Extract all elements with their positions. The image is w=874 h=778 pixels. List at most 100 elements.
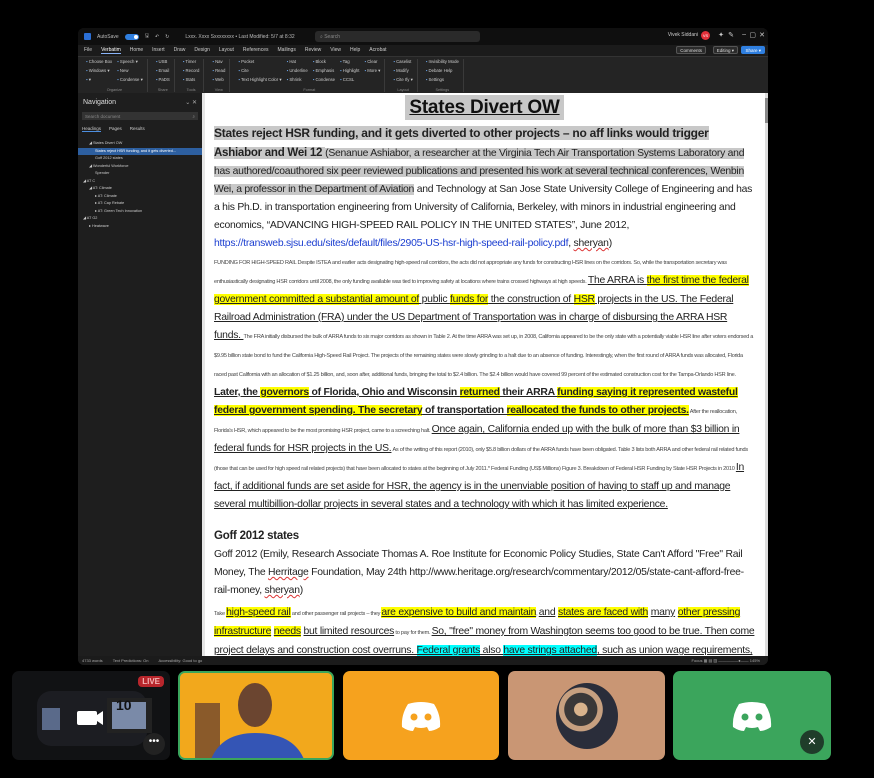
nav-tab-headings[interactable]: Headings bbox=[82, 126, 102, 132]
tab-file[interactable]: File bbox=[84, 47, 92, 53]
zoom-level[interactable]: 145% bbox=[750, 658, 760, 663]
ribbon-button[interactable]: Pocket bbox=[238, 59, 281, 67]
share-button[interactable]: Share ▾ bbox=[741, 46, 765, 54]
text-run: ) bbox=[608, 238, 612, 249]
tab-design[interactable]: Design bbox=[194, 47, 210, 53]
tab-references[interactable]: References bbox=[243, 47, 269, 53]
nav-heading-item[interactable]: ▸ AT: Green Tech Innovation bbox=[78, 208, 202, 216]
ribbon-button[interactable]: Emphasis bbox=[313, 68, 335, 76]
navigation-search-input[interactable]: Search document ⌕ bbox=[82, 112, 198, 120]
ribbon-button[interactable]: Read bbox=[212, 68, 225, 76]
tab-draw[interactable]: Draw bbox=[174, 47, 186, 53]
close-pane-icon[interactable]: ⌄ ✕ bbox=[185, 99, 197, 106]
tab-insert[interactable]: Insert bbox=[152, 47, 165, 53]
undo-icon[interactable]: ↶ bbox=[155, 34, 159, 40]
ribbon-group-label: View bbox=[214, 88, 223, 92]
ribbon-button[interactable]: Choose Box bbox=[86, 59, 112, 67]
ribbon-button[interactable]: ▾ bbox=[86, 77, 112, 85]
stream-tile[interactable]: 10 LIVE ••• bbox=[12, 671, 170, 760]
tab-verbatim[interactable]: Verbatim bbox=[101, 47, 121, 54]
ribbon-button[interactable]: Condense bbox=[313, 77, 335, 85]
tab-home[interactable]: Home bbox=[130, 47, 143, 53]
nav-heading-item[interactable]: ▸ Heatwave bbox=[78, 223, 202, 231]
ribbon-button[interactable]: CCSL bbox=[340, 77, 359, 85]
ribbon-button[interactable]: Tag bbox=[340, 59, 359, 67]
text-run: many bbox=[650, 607, 676, 618]
ribbon-button[interactable]: Shrink bbox=[287, 77, 308, 85]
ribbon-button[interactable]: Settings bbox=[426, 77, 459, 85]
participant-tile[interactable]: ✕ bbox=[673, 671, 831, 760]
text-run[interactable]: https://transweb.sjsu.edu/sites/default/… bbox=[214, 238, 568, 249]
nav-heading-item[interactable]: ◢ AT: Climate bbox=[78, 185, 202, 193]
ribbon-button[interactable]: Modify bbox=[393, 68, 412, 76]
nav-heading-item[interactable]: ◢ AT C bbox=[78, 178, 202, 186]
nav-heading-item[interactable]: ▸ AT: Cap Rebate bbox=[78, 200, 202, 208]
accessibility-status[interactable]: Accessibility: Good to go bbox=[158, 658, 202, 663]
nav-heading-item[interactable]: ◢ Wonderful Workforce bbox=[78, 163, 202, 171]
participant-tile[interactable] bbox=[343, 671, 499, 760]
avatar[interactable]: VS bbox=[701, 31, 710, 40]
participant-video-tile[interactable] bbox=[178, 671, 334, 760]
lightbulb-icon[interactable]: ✦ bbox=[718, 31, 724, 39]
ribbon-button[interactable]: More ▾ bbox=[364, 68, 380, 76]
ribbon-button[interactable]: Underline bbox=[287, 68, 307, 76]
nav-heading-item[interactable]: ◢ AT G2 bbox=[78, 215, 202, 223]
ribbon-button[interactable]: Condense ▾ bbox=[117, 77, 143, 85]
nav-heading-item[interactable]: ▸ AT: Climate bbox=[78, 193, 202, 201]
ribbon-button[interactable]: Cite Ify ▾ bbox=[393, 77, 413, 85]
pen-icon[interactable]: ✎ bbox=[728, 31, 734, 39]
document-area[interactable]: States Divert OW States reject HSR fundi… bbox=[202, 93, 768, 656]
document-page[interactable]: States Divert OW States reject HSR fundi… bbox=[205, 93, 765, 656]
ribbon-button[interactable]: Speech ▾ bbox=[117, 59, 143, 67]
participant-tile[interactable] bbox=[508, 671, 665, 760]
text-run: Take bbox=[214, 611, 227, 617]
nav-tab-pages[interactable]: Pages bbox=[109, 126, 122, 132]
comments-button[interactable]: Comments bbox=[676, 46, 706, 54]
tab-layout[interactable]: Layout bbox=[219, 47, 234, 53]
save-icon[interactable]: 🖫 bbox=[145, 33, 149, 41]
minimize-button[interactable]: – bbox=[742, 31, 746, 38]
close-button[interactable]: ✕ bbox=[759, 31, 765, 39]
redo-icon[interactable]: ↻ bbox=[165, 34, 169, 40]
document-title[interactable]: Lxxx. Xxxx Sxxxxxxxx • Last Modified: 5/… bbox=[185, 34, 294, 40]
editing-button[interactable]: Editing ▾ bbox=[712, 46, 738, 54]
ribbon-button[interactable]: USB bbox=[156, 59, 170, 67]
ribbon-button[interactable]: Caselist bbox=[393, 59, 412, 67]
tab-help[interactable]: Help bbox=[350, 47, 360, 53]
focus-button[interactable]: Focus bbox=[692, 658, 703, 663]
search-input[interactable]: ⌕ Search bbox=[315, 31, 480, 42]
word-count[interactable]: 4733 words bbox=[82, 658, 103, 663]
ribbon-button[interactable]: Windows ▾ bbox=[86, 68, 112, 76]
ribbon-button[interactable]: Block bbox=[313, 59, 335, 67]
text-predictions[interactable]: Text Predictions: On bbox=[113, 658, 149, 663]
ribbon-button[interactable]: Highlight bbox=[340, 68, 360, 76]
tab-acrobat[interactable]: Acrobat bbox=[369, 47, 386, 53]
ribbon-button[interactable]: Email bbox=[156, 68, 170, 76]
autosave-toggle[interactable] bbox=[124, 33, 139, 40]
ribbon-button[interactable]: Record bbox=[183, 68, 199, 76]
maximize-button[interactable]: ▢ bbox=[749, 31, 756, 39]
ribbon-button[interactable]: Cite bbox=[238, 68, 281, 76]
ribbon-button[interactable]: Debate Help bbox=[426, 68, 459, 76]
nav-heading-item[interactable]: Spender bbox=[78, 170, 202, 178]
tab-mailings[interactable]: Mailings bbox=[278, 47, 296, 53]
ribbon-button[interactable]: New bbox=[117, 68, 143, 76]
ribbon-button[interactable]: Timer bbox=[183, 59, 200, 67]
nav-heading-item[interactable]: Goff 2012 states bbox=[78, 155, 202, 163]
nav-heading-item[interactable]: States reject HSR funding, and it gets d… bbox=[78, 147, 202, 155]
tab-review[interactable]: Review bbox=[305, 47, 321, 53]
ribbon-tabs: File Verbatim Home Insert Draw Design Layout Re… bbox=[78, 45, 768, 55]
tab-view[interactable]: View bbox=[330, 47, 341, 53]
ribbon-button[interactable]: Clear bbox=[364, 59, 380, 67]
ribbon-button[interactable]: Stats bbox=[183, 77, 200, 85]
ribbon-button[interactable]: PaDS bbox=[156, 77, 170, 85]
nav-heading-item[interactable]: ◢ States Divert OW bbox=[78, 140, 202, 148]
ribbon-button[interactable]: Invisibility Mode bbox=[426, 59, 459, 67]
more-options-button[interactable]: ••• bbox=[143, 733, 165, 755]
vertical-scrollbar[interactable] bbox=[765, 93, 768, 656]
ribbon-button[interactable]: Web bbox=[212, 77, 225, 85]
ribbon-button[interactable]: Nav bbox=[212, 59, 225, 67]
ribbon-button[interactable]: Hat bbox=[287, 59, 308, 67]
ribbon-button[interactable]: Text Highlight Color ▾ bbox=[238, 77, 282, 85]
nav-tab-results[interactable]: Results bbox=[130, 126, 145, 132]
